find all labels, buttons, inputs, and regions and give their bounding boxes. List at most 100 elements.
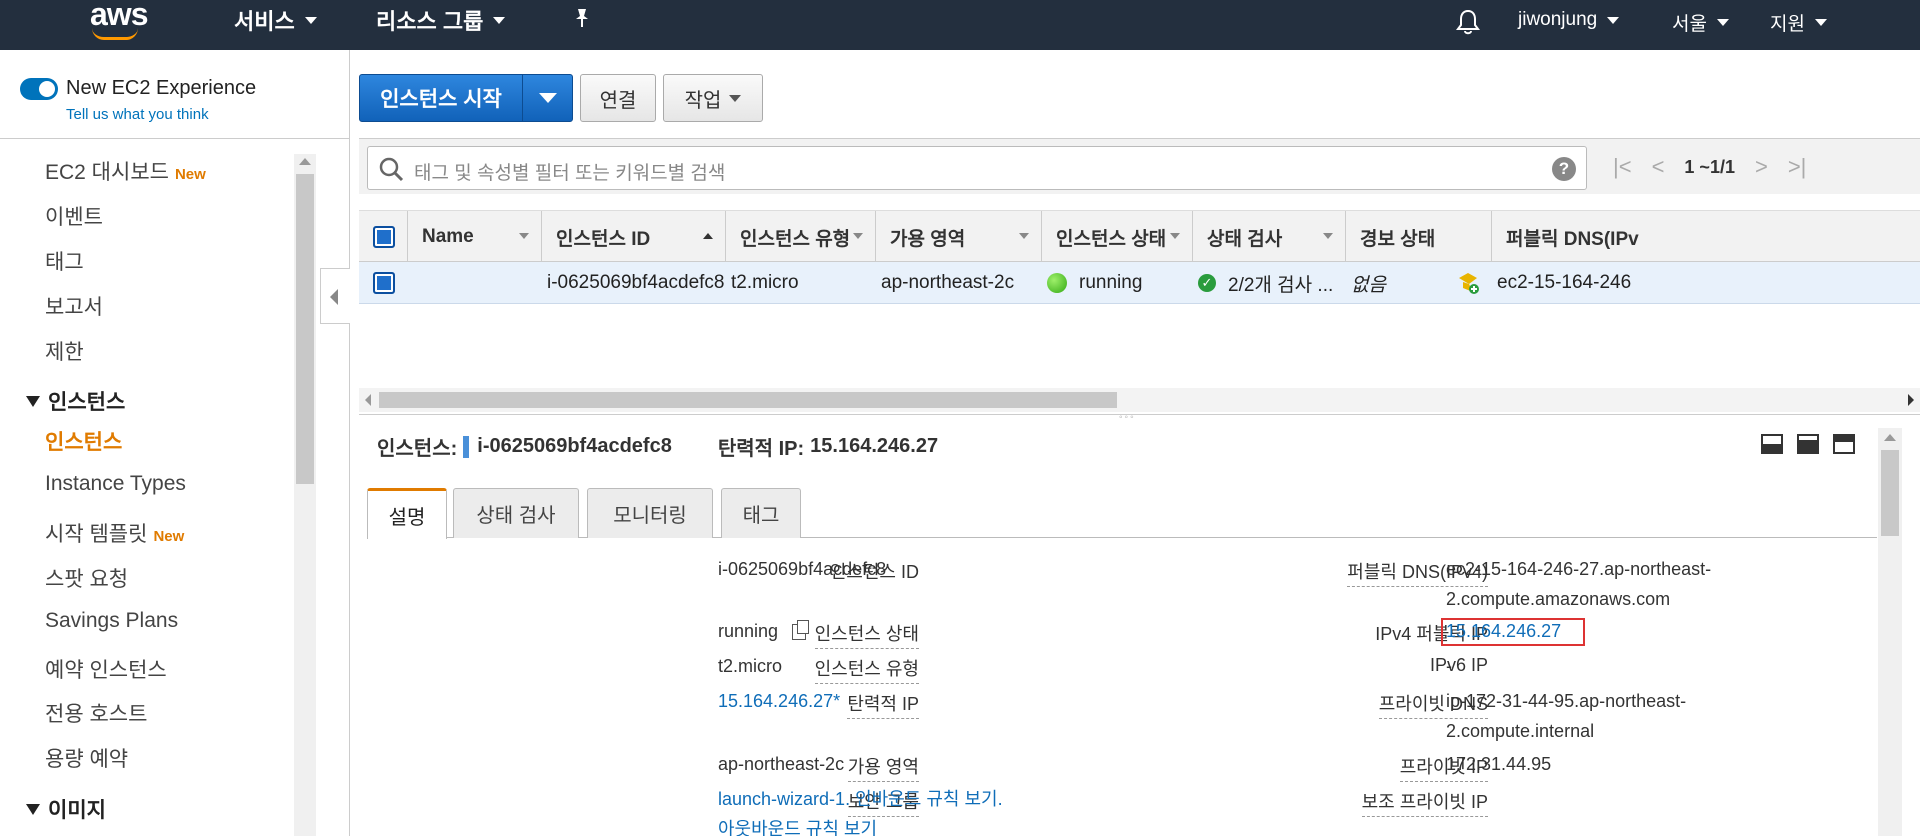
view-inbound-rules-link[interactable]: 인바운드 규칙 보기 bbox=[855, 789, 997, 809]
scroll-right-arrow-icon[interactable] bbox=[1908, 394, 1914, 406]
column-header-name[interactable]: Name bbox=[407, 211, 541, 263]
sidebar-item-events[interactable]: 이벤트 bbox=[45, 201, 103, 231]
pane-bottom-icon[interactable] bbox=[1761, 434, 1783, 454]
triangle-down-icon bbox=[26, 803, 40, 815]
triangle-down-icon bbox=[26, 395, 40, 407]
sidebar-item-spot-requests[interactable]: 스팟 요청 bbox=[45, 563, 128, 593]
support-menu[interactable]: 지원 bbox=[1770, 9, 1827, 36]
new-experience-title: New EC2 Experience bbox=[66, 77, 257, 99]
checks-text: 2/2개 검사 ... bbox=[1228, 274, 1334, 296]
value-elastic-ip-link[interactable]: 15.164.246.27* bbox=[718, 686, 840, 716]
launch-dropdown-toggle[interactable] bbox=[523, 93, 572, 103]
scrollbar-thumb[interactable] bbox=[379, 392, 1117, 408]
actions-button[interactable]: 작업 bbox=[663, 74, 763, 122]
search-help-icon[interactable]: ? bbox=[1552, 157, 1576, 181]
sidebar-item-reports[interactable]: 보고서 bbox=[45, 291, 103, 321]
tab-tags[interactable]: 태그 bbox=[721, 488, 801, 538]
tab-description[interactable]: 설명 bbox=[367, 488, 447, 539]
sort-icon bbox=[1323, 233, 1333, 239]
scroll-up-arrow-icon[interactable] bbox=[1884, 434, 1896, 441]
connect-label: 연결 bbox=[599, 89, 637, 112]
details-header: 인스턴스: i-0625069bf4acdefc8 탄력적 IP: 15.164… bbox=[377, 432, 938, 461]
copy-icon[interactable] bbox=[792, 620, 810, 641]
column-header-status-checks[interactable]: 상태 검사 bbox=[1192, 211, 1345, 263]
chevron-down-icon bbox=[538, 93, 557, 103]
column-header-availability-zone[interactable]: 가용 영역 bbox=[875, 211, 1041, 263]
cell-availability-zone: ap-northeast-2c bbox=[881, 272, 1015, 293]
chevron-down-icon bbox=[493, 16, 506, 24]
sidebar-item-limits[interactable]: 제한 bbox=[45, 336, 84, 366]
prev-page-icon[interactable]: < bbox=[1652, 154, 1665, 180]
resource-groups-menu[interactable]: 리소스 그룹 bbox=[376, 4, 506, 36]
chevron-down-icon bbox=[1716, 19, 1729, 26]
value-ipv6-ip: - bbox=[1446, 656, 1452, 676]
last-page-icon[interactable]: >| bbox=[1788, 154, 1807, 180]
sidebar-item-reserved-instances[interactable]: 예약 인스턴스 bbox=[45, 654, 167, 684]
select-all-checkbox[interactable] bbox=[373, 226, 395, 248]
column-header-instance-type[interactable]: 인스턴스 유형 bbox=[725, 211, 875, 263]
sidebar-group-instances[interactable]: 인스턴스 bbox=[26, 386, 125, 416]
pane-resize-handle[interactable]: ◦◦◦ bbox=[359, 412, 1920, 423]
services-menu[interactable]: 서비스 bbox=[234, 4, 317, 36]
sort-icon bbox=[1019, 233, 1029, 239]
feedback-link[interactable]: Tell us what you think bbox=[66, 106, 209, 123]
actions-label: 작업 bbox=[684, 89, 722, 112]
scroll-left-arrow-icon[interactable] bbox=[365, 394, 371, 406]
sidebar-item-label: EC2 대시보드 bbox=[45, 161, 169, 184]
add-alarm-icon[interactable] bbox=[1455, 262, 1481, 304]
search-input[interactable]: 태그 및 속성별 필터 또는 키워드별 검색 ? bbox=[367, 146, 1587, 190]
column-header-alarm-status[interactable]: 경보 상태 bbox=[1345, 211, 1491, 263]
first-page-icon[interactable]: |< bbox=[1613, 154, 1632, 180]
tab-monitoring[interactable]: 모니터링 bbox=[587, 488, 713, 538]
user-label: jiwonjung bbox=[1518, 9, 1598, 30]
state-text: running bbox=[718, 621, 779, 641]
sidebar-item-capacity-reservations[interactable]: 용량 예약 bbox=[45, 743, 128, 773]
sidebar-group-label: 인스턴스 bbox=[48, 391, 126, 414]
sidebar-group-images[interactable]: 이미지 bbox=[26, 794, 106, 824]
column-header-instance-state[interactable]: 인스턴스 상태 bbox=[1041, 211, 1192, 263]
user-menu[interactable]: jiwonjung bbox=[1518, 9, 1620, 31]
next-page-icon[interactable]: > bbox=[1755, 154, 1768, 180]
details-vertical-scrollbar[interactable] bbox=[1878, 428, 1902, 836]
pane-top-icon[interactable] bbox=[1833, 434, 1855, 454]
tab-status-checks[interactable]: 상태 검사 bbox=[453, 488, 579, 538]
collapse-sidebar-button[interactable] bbox=[320, 268, 350, 324]
bell-icon[interactable] bbox=[1455, 8, 1481, 41]
aws-logo-smile bbox=[92, 28, 138, 40]
sort-icon bbox=[1170, 233, 1180, 239]
column-label: Name bbox=[422, 226, 474, 247]
security-group-link[interactable]: launch-wizard-1 bbox=[718, 789, 845, 809]
sidebar-scrollbar[interactable] bbox=[294, 154, 316, 836]
column-header-public-dns[interactable]: 퍼블릭 DNS(IPv bbox=[1491, 211, 1920, 263]
scrollbar-thumb[interactable] bbox=[296, 174, 314, 484]
sidebar-item-dedicated-hosts[interactable]: 전용 호스트 bbox=[45, 698, 147, 728]
sidebar-item-tags[interactable]: 태그 bbox=[45, 246, 84, 276]
value-public-dns: ec2-15-164-246-27.ap-northeast- 2.comput… bbox=[1446, 554, 1711, 614]
sidebar-item-dashboard[interactable]: EC2 대시보드 New bbox=[45, 156, 206, 186]
sidebar-item-instances[interactable]: 인스턴스 bbox=[45, 426, 122, 456]
table-row[interactable]: i-0625069bf4acdefc8 t2.micro ap-northeas… bbox=[359, 262, 1920, 304]
support-label: 지원 bbox=[1770, 14, 1805, 35]
new-experience-toggle[interactable] bbox=[20, 78, 58, 100]
view-outbound-rules-link[interactable]: 아웃바운드 규칙 보기 bbox=[718, 814, 1118, 836]
sidebar-item-savings-plans[interactable]: Savings Plans bbox=[45, 609, 178, 633]
region-menu[interactable]: 서울 bbox=[1672, 9, 1729, 36]
row-checkbox[interactable] bbox=[373, 272, 395, 294]
connect-button[interactable]: 연결 bbox=[580, 74, 656, 122]
table-horizontal-scrollbar[interactable] bbox=[359, 388, 1920, 412]
value-availability-zone: ap-northeast-2c bbox=[718, 754, 845, 774]
resource-groups-label: 리소스 그룹 bbox=[376, 9, 484, 34]
launch-instance-label: 인스턴스 시작 bbox=[380, 88, 502, 111]
value-security-groups: launch-wizard-1. 인바운드 규칙 보기. 아웃바운드 규칙 보기 bbox=[718, 784, 1118, 836]
launch-instance-button[interactable]: 인스턴스 시작 bbox=[359, 74, 573, 122]
scroll-up-arrow-icon[interactable] bbox=[299, 158, 311, 165]
sidebar-item-instance-types[interactable]: Instance Types bbox=[45, 472, 186, 496]
sidebar-item-launch-templates[interactable]: 시작 템플릿 New bbox=[45, 518, 184, 548]
separator-text: . bbox=[845, 789, 851, 809]
pane-middle-icon[interactable] bbox=[1797, 434, 1819, 454]
column-label: 경보 상태 bbox=[1360, 228, 1436, 250]
details-tabs: 설명 상태 검사 모니터링 태그 bbox=[367, 488, 1877, 539]
pin-icon[interactable] bbox=[572, 7, 592, 35]
scrollbar-thumb[interactable] bbox=[1881, 450, 1899, 536]
column-header-instance-id[interactable]: 인스턴스 ID bbox=[541, 211, 725, 263]
